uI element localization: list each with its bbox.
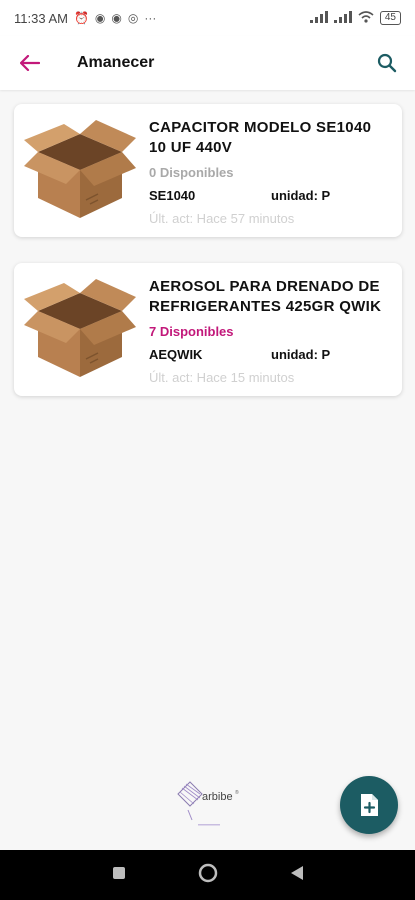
status-bar: 11:33 AM ⏰ ◉ ◉ ◎ ··· 45 — [0, 0, 415, 36]
back-button[interactable] — [0, 36, 60, 90]
status-time: 11:33 AM — [14, 10, 68, 26]
alarm-icon: ⏰ — [73, 11, 89, 25]
product-list: CAPACITOR MODELO SE1040 10 UF 440V 0 Dis… — [14, 104, 402, 422]
arrow-left-icon — [20, 55, 40, 71]
recents-icon[interactable] — [112, 866, 126, 885]
search-icon — [377, 53, 397, 73]
box-icon — [24, 120, 136, 218]
add-file-icon — [361, 794, 378, 816]
product-card[interactable]: CAPACITOR MODELO SE1040 10 UF 440V 0 Dis… — [14, 104, 402, 237]
app-bar: Amanecer — [0, 36, 415, 90]
back-icon[interactable] — [290, 865, 304, 886]
product-unit: unidad: P — [271, 188, 331, 203]
signal-icon — [333, 10, 352, 26]
search-button[interactable] — [373, 49, 401, 77]
home-icon[interactable] — [198, 863, 218, 888]
system-nav-bar — [0, 850, 415, 900]
availability-label: 7 Disponibles — [149, 324, 234, 339]
add-document-button[interactable] — [340, 776, 398, 834]
wifi-icon — [358, 10, 374, 26]
telegram-icon: ◉ — [111, 11, 122, 25]
more-notifications: ··· — [144, 11, 157, 25]
product-unit: unidad: P — [271, 347, 331, 362]
product-code: SE1040 — [149, 188, 196, 203]
brand-name: arbibe — [202, 791, 233, 803]
page-title: Amanecer — [77, 54, 155, 71]
product-name: AEROSOL PARA DRENADO DE REFRIGERANTES 42… — [149, 278, 382, 315]
product-name: CAPACITOR MODELO SE1040 10 UF 440V — [149, 119, 372, 156]
telegram-icon: ◉ — [94, 11, 106, 25]
availability-label: 0 Disponibles — [149, 165, 234, 180]
product-code: AEQWIK — [149, 347, 203, 362]
battery-icon: 45 — [379, 11, 401, 25]
box-icon — [24, 279, 136, 377]
brand-mark: ® — [235, 789, 239, 796]
brand-logo: arbibe ® — [176, 780, 242, 830]
whatsapp-icon: ◎ — [127, 11, 139, 25]
product-card[interactable]: AEROSOL PARA DRENADO DE REFRIGERANTES 42… — [14, 263, 402, 396]
last-updated: Últ. act: Hace 15 minutos — [149, 370, 295, 385]
signal-icon — [309, 10, 328, 26]
last-updated: Últ. act: Hace 57 minutos — [149, 211, 295, 226]
